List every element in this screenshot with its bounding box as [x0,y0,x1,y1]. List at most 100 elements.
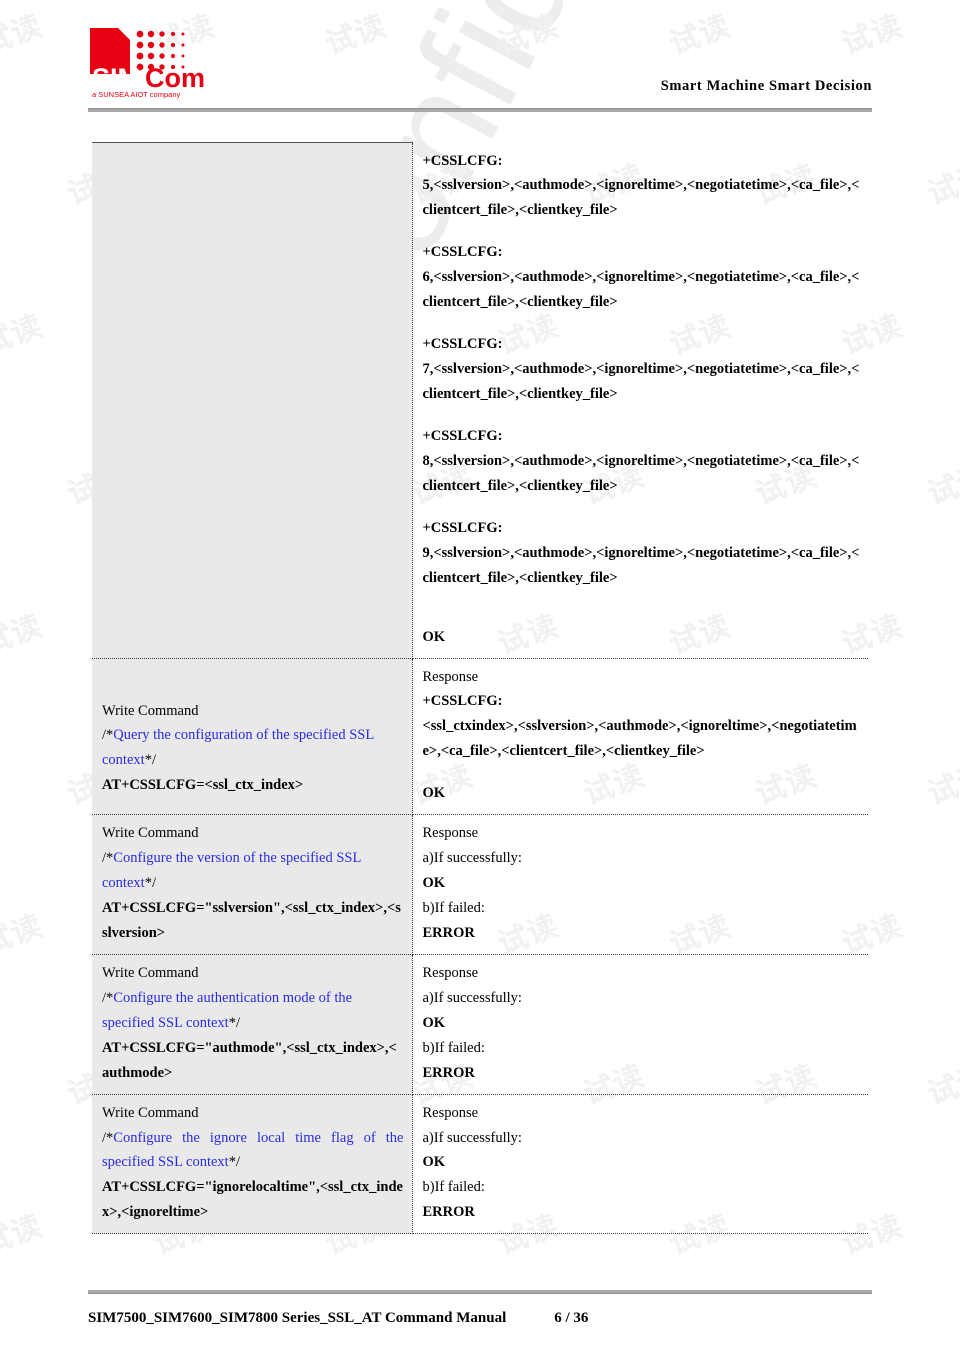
success-label: a)If successfully: [422,850,522,867]
comment-open: /* [102,1129,114,1146]
watermark-tile: 试读 [920,1351,960,1357]
response-params: 7,<sslversion>,<authmode>,<ignoreltime>,… [422,361,860,402]
command-syntax: AT+CSSLCFG=<ssl_ctx_index> [102,777,304,794]
comment-close: */ [144,875,156,892]
command-comment: /*Configure the authentication mode of t… [102,986,404,1036]
response-header: +CSSLCFG: [422,693,503,710]
command-kind: Write Command [102,1104,199,1121]
at-command-table: +CSSLCFG: 5,<sslversion>,<authmode>,<ign… [92,142,868,1235]
response-ok: OK [422,628,446,645]
response-cell: Response a)If successfully: OK b)If fail… [412,954,868,1095]
response-cell: Response a)If successfully: OK b)If fail… [412,1094,868,1235]
comment-text: Configure the ignore local time flag of … [102,1129,404,1171]
response-ok: OK [422,785,446,802]
watermark-tile: 试读 [923,458,960,513]
fail-value: ERROR [422,1064,475,1081]
command-syntax: AT+CSSLCFG="sslversion",<ssl_ctx_index>,… [102,900,401,941]
watermark-tile: 试读 [232,1351,305,1357]
blank-filler [102,205,404,261]
command-comment: /*Query the configuration of the specifi… [102,723,404,773]
response-params: 9,<sslversion>,<authmode>,<ignoreltime>,… [422,544,860,586]
response-cell: +CSSLCFG: 5,<sslversion>,<authmode>,<ign… [412,142,868,659]
blank-filler [102,261,404,317]
comment-close: */ [228,1014,240,1031]
success-value: OK [422,1014,446,1031]
comment-close: */ [228,1154,240,1171]
watermark-tile: 试读 [0,308,48,363]
response-header: +CSSLCFG: [422,519,503,536]
command-cell [92,142,413,659]
command-cell: Write Command /*Configure the version of… [92,814,413,955]
fail-label: b)If failed: [422,1179,485,1196]
footer-page-number: 6 / 36 [554,1310,589,1326]
response-header: +CSSLCFG: [422,336,503,353]
success-label: a)If successfully: [422,1129,522,1146]
page-footer: SIM7500_SIM7600_SIM7800 Series_SSL_AT Co… [88,1290,872,1327]
table-row: Write Command /*Query the configuration … [92,658,868,816]
blank-filler [102,541,404,597]
document-page: Confidential 试读试读试读试读试读试读试读试读试读试读试读试读试读试… [0,0,960,1357]
response-label: Response [422,825,479,842]
comment-open: /* [102,850,114,867]
response-header: +CSSLCFG: [422,152,503,169]
watermark-tile: 试读 [923,158,960,213]
response-params: <ssl_ctxindex>,<sslversion>,<authmode>,<… [422,718,857,760]
svg-text:a SUNSEA AIOT company: a SUNSEA AIOT company [92,90,180,99]
command-syntax: AT+CSSLCFG="ignorelocaltime",<ssl_ctx_in… [102,1179,403,1221]
footer-title: SIM7500_SIM7600_SIM7800 Series_SSL_AT Co… [88,1310,507,1326]
command-cell: Write Command /*Query the configuration … [92,658,413,816]
command-comment: /*Configure the version of the specified… [102,846,404,896]
fail-label: b)If failed: [422,900,485,916]
response-cell: Response +CSSLCFG: <ssl_ctxindex>,<sslve… [412,658,868,816]
blank-filler [102,373,404,429]
response-params: 5,<sslversion>,<authmode>,<ignoreltime>,… [422,177,860,219]
table-row: Write Command /*Configure the version of… [92,814,868,955]
comment-open: /* [102,989,114,1006]
simcom-logo: SIM Com a SUNSEA AIOT company [88,22,208,100]
success-value: OK [422,1154,446,1171]
page-header: SIM Com a SUNSEA AIOT company Smart Mach… [0,0,960,120]
success-value: OK [422,875,446,892]
response-params: 8,<sslversion>,<authmode>,<ignoreltime>,… [422,452,860,494]
blank-filler [102,485,404,541]
watermark-tile: 试读 [404,1351,477,1357]
blank-filler [102,429,404,485]
response-label: Response [422,964,479,981]
comment-text: Configure the authentication mode of the… [102,989,353,1031]
header-divider [88,108,872,112]
command-cell: Write Command /*Configure the ignore loc… [92,1094,413,1235]
watermark-tile: 试读 [576,1351,649,1357]
response-header: +CSSLCFG: [422,244,503,261]
response-cell: Response a)If successfully: OK b)If fail… [412,814,868,955]
header-tagline: Smart Machine Smart Decision [660,78,872,94]
response-header: +CSSLCFG: [422,427,503,444]
watermark-tile: 试读 [0,608,48,663]
watermark-tile: 试读 [923,758,960,813]
blank-filler [102,317,404,373]
success-label: a)If successfully: [422,989,522,1006]
blank-filler [102,149,404,205]
watermark-tile: 试读 [923,1058,960,1113]
command-cell: Write Command /*Configure the authentica… [92,954,413,1095]
watermark-tile: 试读 [60,1351,133,1357]
response-label: Response [422,668,479,685]
response-params: 6,<sslversion>,<authmode>,<ignoreltime>,… [422,269,860,311]
svg-text:Com: Com [145,63,205,93]
fail-value: ERROR [422,924,475,941]
table-row: Write Command /*Configure the ignore loc… [92,1094,868,1235]
command-kind: Write Command [102,702,199,719]
command-syntax: AT+CSSLCFG="authmode",<ssl_ctx_index>,<a… [102,1039,397,1081]
comment-text: Configure the version of the specified S… [102,850,361,892]
table-row: Write Command /*Configure the authentica… [92,954,868,1095]
watermark-tile: 试读 [0,1208,48,1263]
command-kind: Write Command [102,964,199,981]
